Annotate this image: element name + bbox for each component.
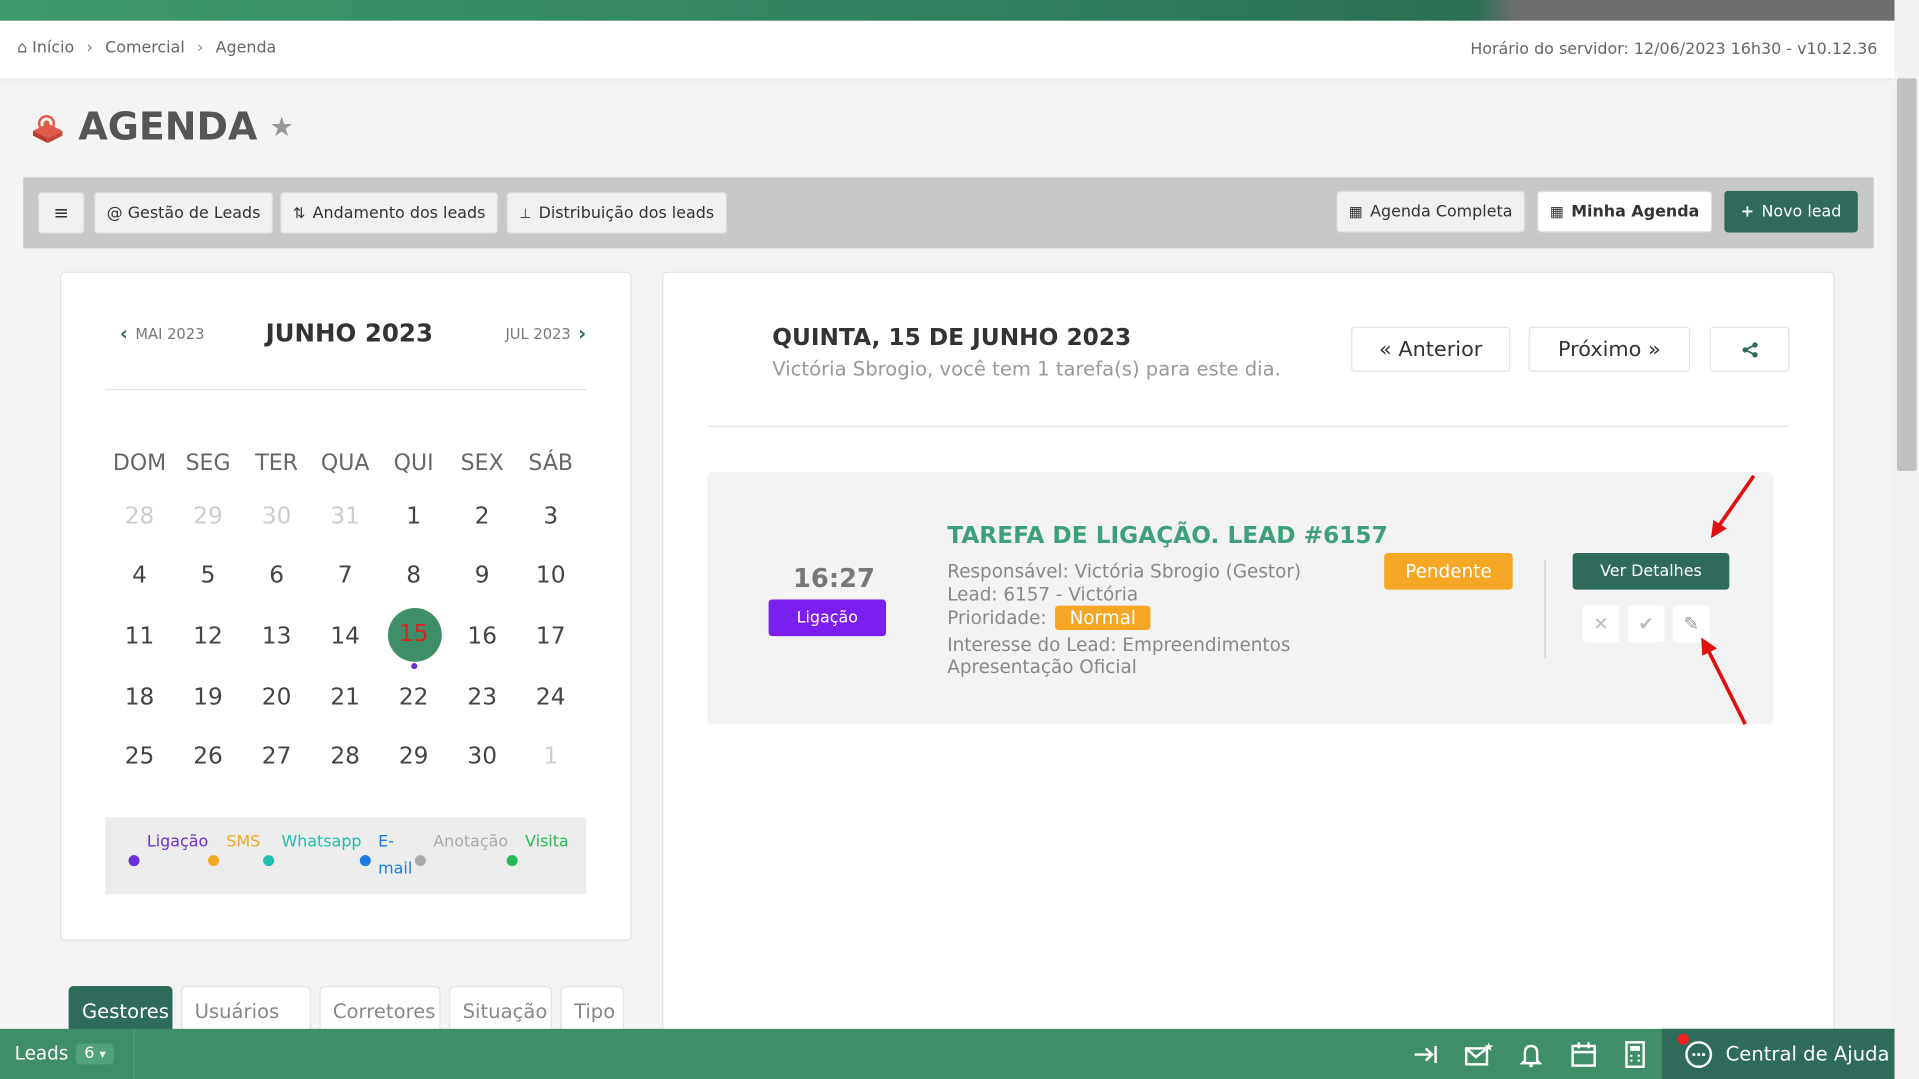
bell-icon[interactable]	[1515, 1039, 1547, 1071]
leads-count-value: 6	[84, 1044, 95, 1063]
help-center-button[interactable]: Central de Ajuda	[1661, 1028, 1895, 1079]
scrollbar-thumb[interactable]	[1896, 78, 1917, 471]
leads-count: 6 ▾	[75, 1042, 115, 1064]
chevron-down-icon: ▾	[99, 1047, 106, 1062]
help-center-label: Central de Ajuda	[1725, 1042, 1890, 1066]
divider	[133, 1028, 135, 1079]
notification-dot	[1677, 1033, 1689, 1045]
annotation-arrows	[1701, 474, 1756, 726]
leads-counter[interactable]: Leads 6 ▾	[15, 1042, 115, 1064]
svg-text:★: ★	[1483, 1040, 1494, 1054]
mail-star-icon[interactable]: ★	[1463, 1039, 1495, 1071]
chat-icon	[1685, 1040, 1713, 1068]
leads-label: Leads	[14, 1042, 69, 1065]
sign-in-icon[interactable]	[1410, 1039, 1442, 1071]
calculator-icon[interactable]	[1619, 1039, 1651, 1071]
app-stage: ⌂ Início › Comercial › Agenda Horário do…	[0, 0, 1919, 1079]
vertical-scrollbar[interactable]	[1894, 0, 1919, 1079]
calendar-icon[interactable]	[1568, 1039, 1600, 1071]
footer-bar: Leads 6 ▾ ★ Central de Ajuda	[0, 1028, 1895, 1079]
